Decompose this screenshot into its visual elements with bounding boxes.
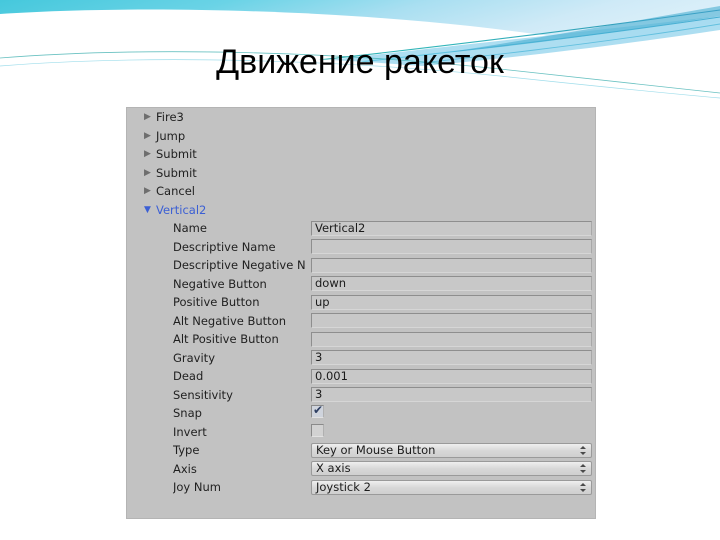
input-axes-tree: ▶ Fire3 ▶ Jump ▶ Submit ▶ Submit ▶ Cancel ▼ Vertica… (127, 108, 595, 219)
axis-properties-list: Name Vertical2 Descriptive Name Descriptive… (127, 219, 595, 497)
property-row: Axis X axis (127, 460, 595, 479)
property-row: Gravity 3 (127, 349, 595, 368)
unity-input-manager-panel: ▶ Fire3 ▶ Jump ▶ Submit ▶ Submit ▶ Cancel ▼ Vertica… (126, 107, 596, 519)
property-row: Joy Num Joystick 2 (127, 478, 595, 497)
property-row: Alt Positive Button (127, 330, 595, 349)
property-dropdown[interactable]: X axis (311, 461, 592, 476)
tree-item-cancel-4[interactable]: ▶ Cancel (127, 182, 595, 201)
property-row: Snap ✔ (127, 404, 595, 423)
tree-item-fire3-0[interactable]: ▶ Fire3 (127, 108, 595, 127)
page-title: Движение ракеток (216, 43, 504, 81)
property-row: Dead 0.001 (127, 367, 595, 386)
property-row: Alt Negative Button (127, 312, 595, 331)
triangle-right-icon[interactable]: ▶ (144, 108, 155, 127)
checkmark-icon: ✔ (313, 403, 324, 417)
property-dropdown[interactable]: Key or Mouse Button (311, 442, 592, 458)
tree-item-jump-1[interactable]: ▶ Jump (127, 127, 595, 146)
property-text-input[interactable]: up (311, 294, 592, 310)
property-checkbox[interactable] (311, 423, 324, 437)
property-dropdown[interactable]: Joystick 2 (311, 479, 592, 495)
dropdown-value: Key or Mouse Button (316, 442, 436, 457)
property-row: Invert (127, 423, 595, 442)
property-label: Descriptive Name (173, 239, 276, 254)
property-label: Negative Button (173, 276, 267, 291)
triangle-right-icon[interactable]: ▶ (144, 127, 155, 146)
property-label: Gravity (173, 350, 216, 365)
tree-item-vertical2-5[interactable]: ▼ Vertical2 (127, 201, 595, 220)
property-label: Type (173, 443, 200, 457)
property-text-input[interactable] (311, 313, 592, 328)
property-label: Positive Button (173, 295, 260, 309)
property-label: Name (173, 221, 207, 235)
updown-chevron-icon[interactable] (579, 444, 588, 457)
triangle-right-icon[interactable]: ▶ (144, 145, 155, 164)
property-label: Joy Num (173, 480, 221, 494)
property-text-input[interactable]: Vertical2 (311, 220, 592, 236)
property-text-input[interactable]: 3 (311, 350, 592, 365)
property-text-input[interactable] (311, 239, 592, 254)
property-row: Sensitivity 3 (127, 386, 595, 405)
tree-item-submit-2[interactable]: ▶ Submit (127, 145, 595, 164)
dropdown-value: Joystick 2 (316, 479, 371, 494)
property-label: Alt Negative Button (173, 313, 287, 328)
property-row: Descriptive Name (127, 238, 595, 257)
dropdown-value: X axis (316, 461, 351, 475)
triangle-right-icon[interactable]: ▶ (144, 164, 155, 183)
property-label: Invert (173, 424, 207, 439)
property-row: Negative Button down (127, 275, 595, 294)
property-label: Dead (173, 369, 204, 383)
property-text-input[interactable]: 3 (311, 387, 592, 402)
property-row: Type Key or Mouse Button (127, 441, 595, 460)
property-label: Alt Positive Button (173, 332, 279, 346)
property-label: Axis (173, 461, 197, 476)
property-text-input[interactable]: down (311, 276, 592, 291)
property-text-input[interactable]: 0.001 (311, 368, 592, 384)
property-text-input[interactable] (311, 257, 592, 273)
property-row: Descriptive Negative N (127, 256, 595, 275)
property-label: Sensitivity (173, 387, 233, 402)
updown-chevron-icon[interactable] (579, 481, 588, 494)
property-label: Snap (173, 406, 202, 420)
tree-item-submit-3[interactable]: ▶ Submit (127, 164, 595, 183)
triangle-down-icon[interactable]: ▼ (144, 201, 155, 220)
property-row: Name Vertical2 (127, 219, 595, 238)
property-label: Descriptive Negative N (173, 258, 306, 272)
property-text-input[interactable] (311, 331, 592, 347)
triangle-right-icon[interactable]: ▶ (144, 182, 155, 201)
property-checkbox[interactable]: ✔ (311, 403, 324, 418)
updown-chevron-icon[interactable] (579, 462, 588, 475)
property-row: Positive Button up (127, 293, 595, 312)
